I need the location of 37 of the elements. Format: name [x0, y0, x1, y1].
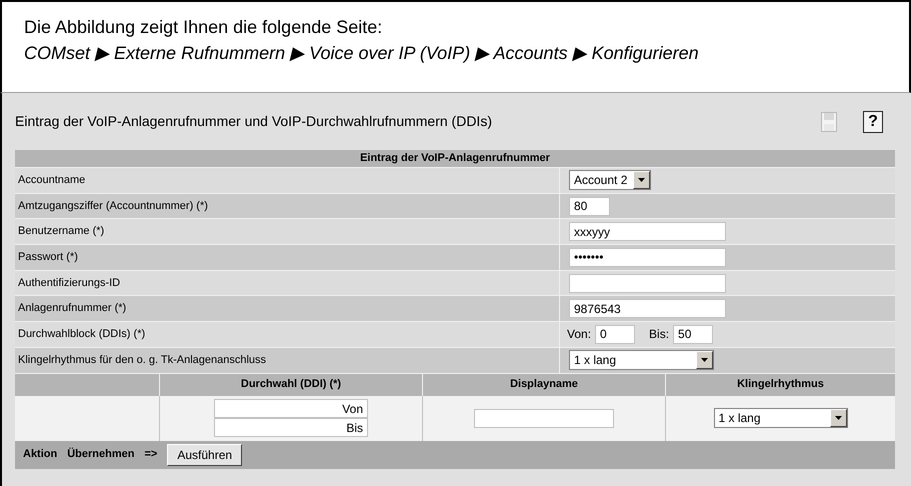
- input-field[interactable]: 80: [569, 196, 610, 216]
- input-field[interactable]: •••••••: [569, 248, 726, 267]
- field-label: Benutzername (*): [15, 219, 560, 244]
- field-label: Passwort (*): [15, 244, 560, 270]
- dropdown-button[interactable]: [633, 171, 650, 190]
- action-name: Übernehmen: [67, 446, 134, 462]
- input-field[interactable]: xxxyyy: [569, 222, 726, 242]
- input-field[interactable]: 9876543: [569, 299, 726, 318]
- dropdown-button[interactable]: [696, 351, 713, 370]
- to-label: Bis:: [649, 326, 670, 344]
- dropdown-button[interactable]: [830, 409, 846, 427]
- select-field[interactable]: Account 2: [569, 170, 651, 190]
- caption-text: Die Abbildung zeigt Ihnen die folgende Seite:: [24, 16, 384, 39]
- select-field[interactable]: 1 x lang: [714, 408, 848, 428]
- action-label: Aktion: [23, 447, 58, 462]
- caret-icon: [701, 358, 708, 362]
- breadcrumb-text: COMset ▶ Externe Rufnummern ▶ Voice over IP (VoIP) ▶ Accounts ▶ Konfigurieren: [24, 42, 700, 65]
- input-field[interactable]: Bis: [214, 418, 368, 437]
- caret-icon: [638, 178, 645, 182]
- input-field[interactable]: 0: [595, 324, 636, 344]
- input-field[interactable]: [474, 408, 614, 428]
- field-label: Anlagenrufnummer (*): [15, 296, 560, 322]
- section-header: Eintrag der VoIP-Anlagenrufnummer: [15, 150, 895, 168]
- help-button[interactable]: ?: [863, 110, 883, 132]
- caret-icon: [834, 416, 842, 420]
- from-label: Von:: [567, 326, 592, 344]
- field-label: Klingelrhythmus für den o. g. Tk-Anlagenanschluss: [15, 348, 560, 373]
- field-label: Durchwahlblock (DDIs) (*): [15, 322, 560, 347]
- input-field[interactable]: [569, 274, 726, 293]
- page-title: Eintrag der VoIP-Anlagenrufnummer und VoIP-Durchwahlrufnummern (DDIs): [15, 112, 492, 131]
- arrow-text: =>: [144, 447, 158, 462]
- input-field[interactable]: 50: [673, 324, 714, 344]
- execute-button[interactable]: Ausführen: [167, 444, 242, 466]
- column-header: Klingelrhythmus: [736, 377, 825, 392]
- input-field[interactable]: Von: [214, 399, 368, 418]
- field-label: Accountname: [15, 168, 560, 193]
- select-field[interactable]: 1 x lang: [569, 350, 714, 370]
